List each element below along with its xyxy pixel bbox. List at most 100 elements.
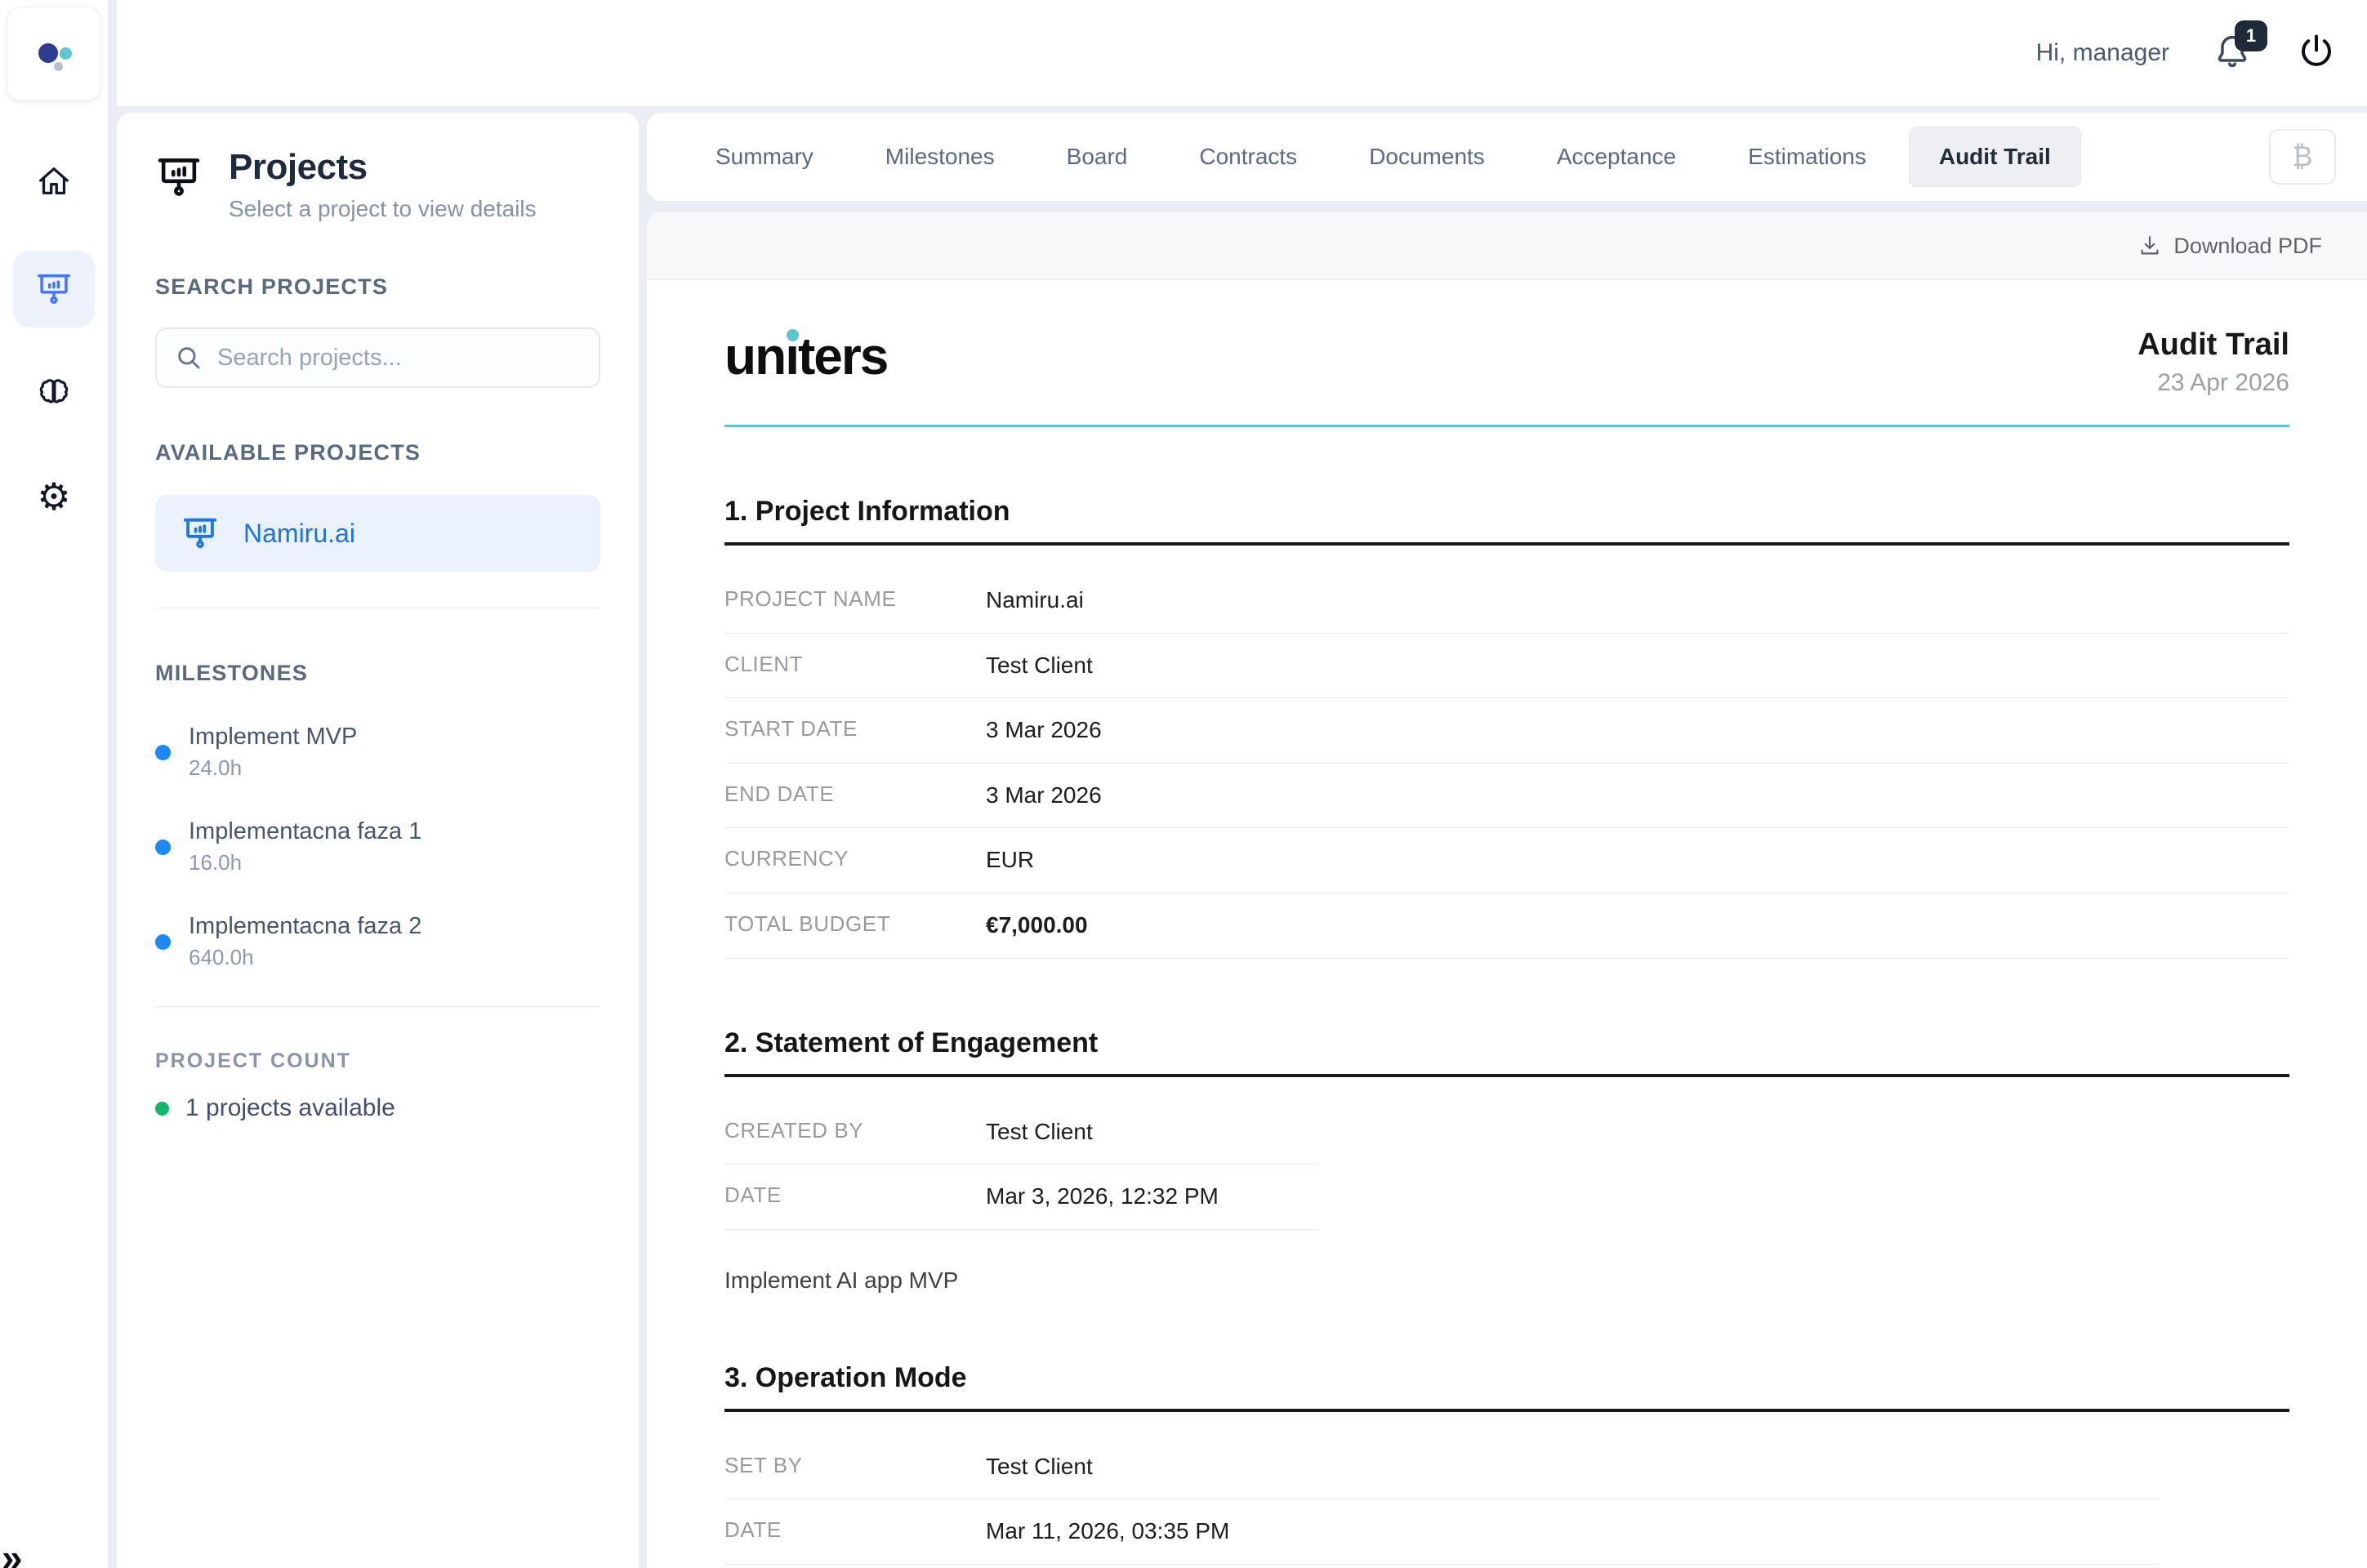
download-pdf-label: Download PDF (2173, 234, 2322, 259)
project-tabs: Summary Milestones Board Contracts Docum… (647, 113, 2367, 201)
row-value: Mar 11, 2026, 03:35 PM (986, 1515, 1229, 1548)
home-icon (35, 163, 73, 200)
section-heading: 1. Project Information (724, 496, 2289, 546)
row-label: TOTAL BUDGET (724, 909, 986, 937)
milestone-dot-icon (155, 745, 171, 760)
page-subtitle: Select a project to view details (229, 196, 537, 222)
row-label: PROJECT NAME (724, 584, 986, 612)
row-value: Namiru.ai (986, 584, 1084, 617)
document-body: unıters Audit Trail 23 Apr 2026 1. Proje… (647, 280, 2367, 1568)
divider (155, 1006, 600, 1007)
milestone-item[interactable]: Implementacna faza 1 16.0h (155, 818, 600, 875)
statement-table: CREATED BY Test Client DATE Mar 3, 2026,… (724, 1100, 1318, 1230)
milestone-hours: 640.0h (189, 945, 421, 970)
milestone-title: Implementacna faza 2 (189, 913, 421, 940)
milestone-dot-icon (155, 934, 171, 950)
page-title: Projects (229, 147, 537, 188)
tab-acceptance[interactable]: Acceptance (1527, 127, 1705, 186)
table-row: CLIENT Test Client (724, 634, 2289, 699)
download-icon (2137, 234, 2162, 258)
milestone-dot-icon (155, 840, 171, 855)
search-input[interactable] (217, 345, 581, 372)
logout-button[interactable] (2297, 32, 2339, 74)
section-statement-of-engagement: 2. Statement of Engagement CREATED BY Te… (724, 1027, 2289, 1294)
row-label: END DATE (724, 779, 986, 807)
row-value: Test Client (986, 1116, 1093, 1149)
milestone-hours: 24.0h (189, 755, 357, 781)
audit-trail-document-card: Download PDF unıters Audit Trail 23 Apr … (647, 212, 2367, 1568)
table-row: PROJECT NAME Namiru.ai (724, 568, 2289, 634)
row-label: CLIENT (724, 649, 986, 677)
tab-summary[interactable]: Summary (686, 127, 843, 186)
row-value: EUR (986, 844, 1034, 877)
project-count-text: 1 projects available (185, 1094, 395, 1122)
logo-circle-navy (38, 43, 58, 63)
tab-audit-trail[interactable]: Audit Trail (1909, 127, 2081, 187)
sidebar-item-settings[interactable]: ⚙ (13, 458, 95, 535)
presentation-icon (155, 154, 203, 201)
brain-icon (35, 374, 73, 412)
panel-header: Projects Select a project to view detail… (155, 147, 600, 222)
icon-rail: ⚙ (0, 0, 108, 1568)
projects-panel: Projects Select a project to view detail… (117, 113, 639, 1568)
search-icon (175, 344, 203, 372)
document-toolbar: Download PDF (647, 212, 2367, 280)
green-dot-icon (155, 1102, 169, 1116)
download-pdf-button[interactable]: Download PDF (2137, 234, 2322, 259)
logo-circle-teal (60, 47, 72, 60)
statement-note: Implement AI app MVP (724, 1267, 2289, 1294)
logo-circle-gray (54, 62, 63, 71)
uniters-logo: unıters (724, 327, 887, 385)
notification-badge: 1 (2235, 20, 2267, 51)
section-heading: 3. Operation Mode (724, 1362, 2289, 1412)
table-row: START DATE 3 Mar 2026 (724, 698, 2289, 764)
presentation-icon (181, 514, 219, 552)
bitcoin-icon: ₿ (2292, 140, 2312, 173)
row-label: DATE (724, 1180, 986, 1208)
sidebar-item-knowledge[interactable] (13, 354, 95, 431)
currency-toggle-button[interactable]: ₿ (2269, 129, 2336, 185)
milestone-item[interactable]: Implement MVP 24.0h (155, 724, 600, 781)
sidebar-item-home[interactable] (13, 143, 95, 220)
expand-chevron-icon[interactable]: » (2, 1539, 23, 1568)
document-title: Audit Trail (2137, 327, 2289, 363)
search-box (155, 327, 600, 388)
section-heading: 2. Statement of Engagement (724, 1027, 2289, 1077)
row-label: DATE (724, 1515, 986, 1543)
project-count-label: PROJECT COUNT (155, 1049, 600, 1073)
row-label: CREATED BY (724, 1116, 986, 1143)
project-list-item[interactable]: Namiru.ai (155, 495, 600, 572)
milestone-item[interactable]: Implementacna faza 2 640.0h (155, 913, 600, 970)
table-row: DATE Mar 3, 2026, 12:32 PM (724, 1165, 1318, 1230)
row-value: Test Client (986, 1450, 1093, 1484)
table-row: DATE Mar 11, 2026, 03:35 PM (724, 1499, 2158, 1565)
operation-mode-table: SET BY Test Client DATE Mar 11, 2026, 03… (724, 1435, 2158, 1568)
notifications-button[interactable]: 1 (2212, 32, 2254, 74)
tab-board[interactable]: Board (1037, 127, 1157, 186)
tab-contracts[interactable]: Contracts (1170, 127, 1326, 186)
tab-documents[interactable]: Documents (1340, 127, 1514, 186)
section-project-information: 1. Project Information PROJECT NAME Nami… (724, 496, 2289, 959)
table-row: TOTAL BUDGET €7,000.00 (724, 893, 2289, 959)
project-info-table: PROJECT NAME Namiru.ai CLIENT Test Clien… (724, 568, 2289, 959)
table-row: CREATED BY Test Client (724, 1100, 1318, 1165)
row-value: €7,000.00 (986, 909, 1088, 942)
milestone-title: Implement MVP (189, 724, 357, 751)
app-logo[interactable] (7, 7, 101, 101)
tab-milestones[interactable]: Milestones (856, 127, 1024, 186)
greeting-text: Hi, manager (2036, 39, 2169, 67)
power-icon (2297, 32, 2336, 71)
available-projects-label: AVAILABLE PROJECTS (155, 440, 600, 466)
sidebar-item-projects[interactable] (13, 251, 95, 327)
top-header: Hi, manager 1 (117, 0, 2367, 106)
document-date: 23 Apr 2026 (2137, 369, 2289, 397)
teal-divider (724, 425, 2289, 427)
project-name: Namiru.ai (243, 519, 355, 549)
presentation-icon (35, 270, 73, 308)
tab-estimations[interactable]: Estimations (1718, 127, 1896, 186)
milestone-title: Implementacna faza 1 (189, 818, 421, 845)
row-label: SET BY (724, 1450, 986, 1478)
document-header: unıters Audit Trail 23 Apr 2026 (724, 327, 2289, 397)
row-value: 3 Mar 2026 (986, 779, 1102, 813)
row-value: 3 Mar 2026 (986, 714, 1102, 747)
